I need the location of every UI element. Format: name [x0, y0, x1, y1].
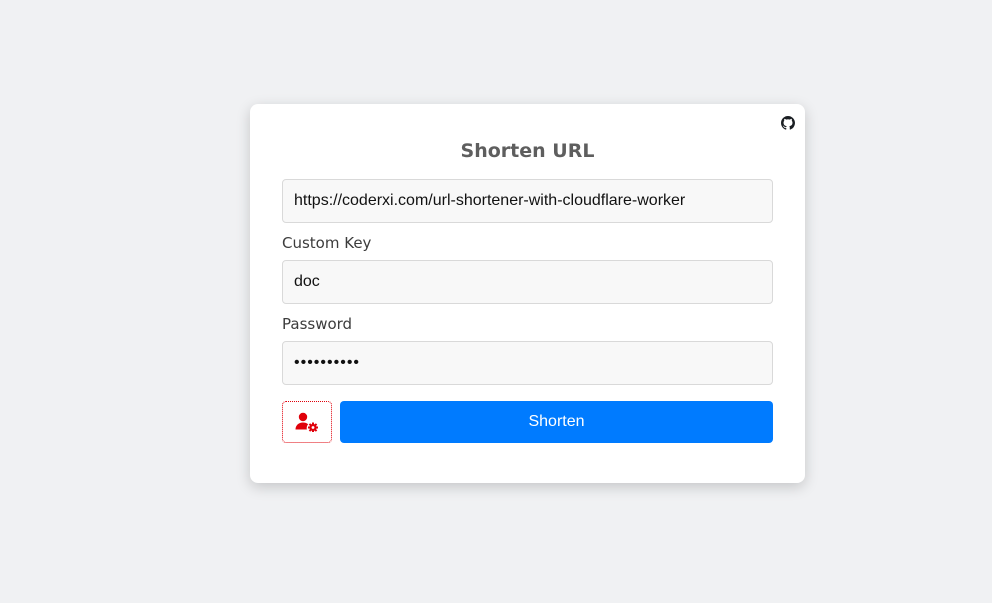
password-input[interactable]	[282, 341, 773, 385]
user-gear-icon	[295, 412, 319, 432]
github-link[interactable]	[781, 116, 795, 130]
page-title: Shorten URL	[460, 140, 595, 162]
github-icon	[781, 116, 795, 130]
custom-key-input[interactable]	[282, 260, 773, 304]
password-label: Password	[282, 315, 353, 333]
shorten-button[interactable]: Shorten	[340, 401, 773, 443]
custom-key-label: Custom Key	[282, 234, 372, 252]
admin-settings-button[interactable]	[282, 401, 332, 443]
shorten-url-card: Shorten URL Custom Key Password Shorten	[250, 104, 805, 483]
url-input[interactable]	[282, 179, 773, 223]
